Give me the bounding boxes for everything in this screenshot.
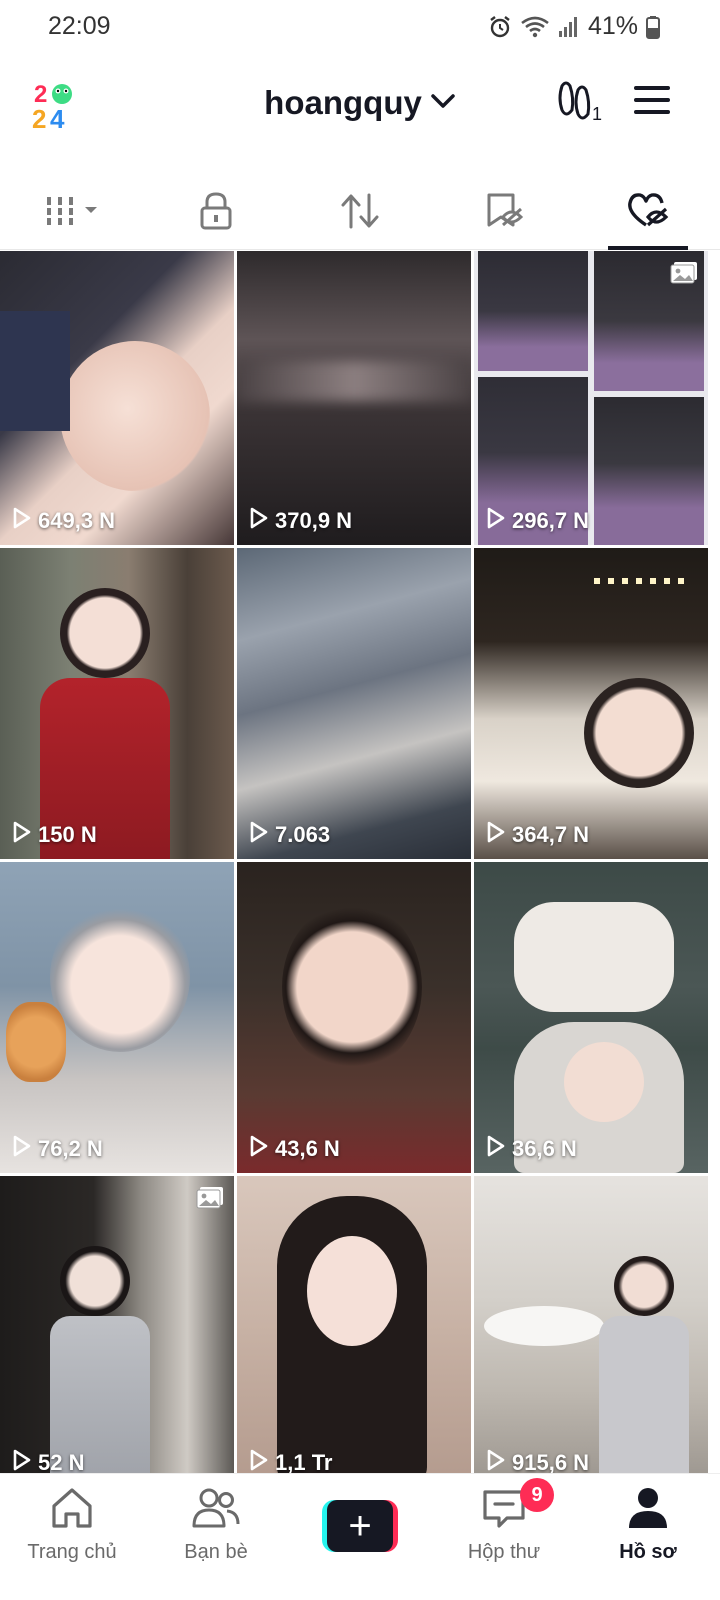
alarm-icon: [488, 15, 512, 39]
plus-icon: +: [327, 1500, 393, 1552]
nav-home-label: Trang chủ: [27, 1541, 117, 1563]
play-icon: [12, 1135, 32, 1163]
menu-icon[interactable]: [632, 80, 672, 125]
video-thumbnail[interactable]: 649,3 N: [0, 251, 234, 545]
view-count: 1,1 Tr: [249, 1449, 332, 1473]
battery-icon: [646, 15, 660, 39]
repost-icon: [339, 191, 381, 236]
nav-friends[interactable]: Bạn bè: [144, 1474, 288, 1600]
nav-friends-label: Bạn bè: [184, 1541, 248, 1563]
video-thumbnail[interactable]: 915,6 N: [474, 1176, 708, 1473]
view-count: 296,7 N: [486, 507, 589, 535]
status-icons: 41%: [488, 12, 660, 41]
video-thumbnail[interactable]: 43,6 N: [237, 862, 471, 1173]
nav-inbox-label: Hộp thư: [467, 1541, 541, 1563]
video-thumbnail[interactable]: 36,6 N: [474, 862, 708, 1173]
play-icon: [486, 821, 506, 849]
play-icon: [249, 1135, 269, 1163]
chevron-down-icon: [430, 91, 456, 116]
view-count: 52 N: [12, 1449, 84, 1473]
video-thumbnail[interactable]: 1,1 Tr: [237, 1176, 471, 1473]
video-thumbnail[interactable]: 364,7 N: [474, 548, 708, 859]
play-icon: [249, 507, 269, 535]
profile-tabs: [0, 178, 720, 250]
footprint-icon[interactable]: 1: [556, 80, 604, 129]
friends-icon: [191, 1486, 241, 1535]
svg-text:1: 1: [592, 104, 602, 124]
view-count: 915,6 N: [486, 1449, 589, 1473]
liked-videos-grid: 649,3 N 370,9 N 296,7 N 150 N 7.063 364,…: [0, 251, 720, 1473]
heart-hidden-icon: [626, 191, 670, 236]
view-count: 76,2 N: [12, 1135, 103, 1163]
view-count: 364,7 N: [486, 821, 589, 849]
username: hoangquy: [264, 84, 422, 121]
view-count: 370,9 N: [249, 507, 352, 535]
play-icon: [486, 1449, 506, 1473]
photo-icon: [196, 1186, 224, 1215]
tab-liked[interactable]: [576, 178, 720, 249]
tab-private[interactable]: [144, 178, 288, 249]
profile-icon: [626, 1486, 670, 1535]
video-thumbnail[interactable]: 150 N: [0, 548, 234, 859]
view-count: 649,3 N: [12, 507, 115, 535]
photo-thumbnail[interactable]: 296,7 N: [474, 251, 708, 545]
view-count: 36,6 N: [486, 1135, 577, 1163]
wifi-icon: [520, 15, 550, 39]
home-icon: [49, 1486, 95, 1535]
profile-header: 2 2 4 hoangquy 1: [0, 62, 720, 146]
signal-icon: [558, 15, 580, 39]
lock-icon: [198, 191, 234, 236]
create-button[interactable]: +: [322, 1500, 398, 1552]
nav-create[interactable]: +: [288, 1474, 432, 1600]
bottom-nav: Trang chủ Bạn bè + 9 Hộp thư Hồ sơ: [0, 1473, 720, 1600]
photo-icon: [670, 261, 698, 290]
play-icon: [249, 821, 269, 849]
grid-dropdown-icon: [43, 193, 101, 234]
view-count: 43,6 N: [249, 1135, 340, 1163]
video-thumbnail[interactable]: 76,2 N: [0, 862, 234, 1173]
username-switcher[interactable]: hoangquy: [0, 84, 720, 122]
tab-videos[interactable]: [0, 178, 144, 249]
status-time: 22:09: [48, 12, 111, 40]
tab-reposts[interactable]: [288, 178, 432, 249]
play-icon: [486, 1135, 506, 1163]
nav-inbox[interactable]: 9 Hộp thư: [432, 1474, 576, 1600]
play-icon: [12, 1449, 32, 1473]
status-bar: 22:09 41%: [0, 0, 720, 56]
video-thumbnail[interactable]: 370,9 N: [237, 251, 471, 545]
tab-favorites[interactable]: [432, 178, 576, 249]
play-icon: [249, 1449, 269, 1473]
play-icon: [12, 507, 32, 535]
play-icon: [12, 821, 32, 849]
video-thumbnail[interactable]: 7.063: [237, 548, 471, 859]
nav-home[interactable]: Trang chủ: [0, 1474, 144, 1600]
view-count: 7.063: [249, 821, 330, 849]
inbox-badge: 9: [520, 1478, 554, 1512]
nav-profile-label: Hồ sơ: [619, 1541, 677, 1563]
bookmark-hidden-icon: [483, 191, 525, 236]
nav-profile[interactable]: Hồ sơ: [576, 1474, 720, 1600]
play-icon: [486, 507, 506, 535]
view-count: 150 N: [12, 821, 97, 849]
photo-thumbnail[interactable]: 52 N: [0, 1176, 234, 1473]
battery-percent: 41%: [587, 12, 638, 40]
